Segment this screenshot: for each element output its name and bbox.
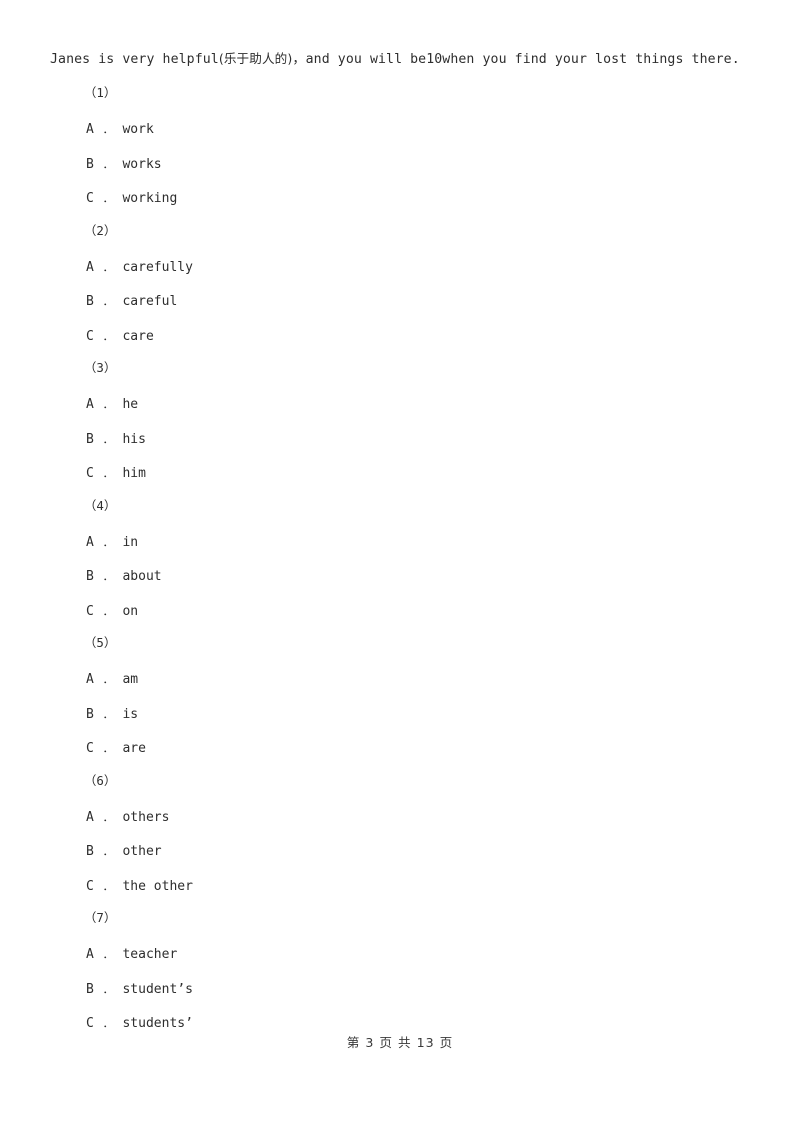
answer-option[interactable]: A ． others bbox=[86, 809, 169, 827]
question-number: （4） bbox=[84, 497, 117, 513]
option-text: am bbox=[122, 672, 139, 687]
answer-option[interactable]: C ． the other bbox=[86, 878, 193, 896]
option-separator: ． bbox=[102, 742, 114, 755]
option-text: is bbox=[122, 706, 139, 722]
option-text: students’ bbox=[122, 1016, 193, 1031]
answer-option[interactable]: C ． working bbox=[86, 190, 177, 208]
option-label: C bbox=[86, 603, 94, 619]
option-text: him bbox=[122, 466, 146, 481]
answer-option[interactable]: A ． am bbox=[86, 671, 138, 689]
option-separator: ． bbox=[102, 123, 114, 136]
option-text: working bbox=[122, 191, 178, 206]
option-label: B bbox=[86, 844, 94, 859]
answer-option[interactable]: A ． work bbox=[86, 121, 154, 139]
option-separator: ． bbox=[102, 467, 114, 480]
question-number: （1） bbox=[84, 85, 117, 100]
option-label: A bbox=[86, 259, 94, 275]
option-text: on bbox=[122, 603, 139, 619]
question-number: （7） bbox=[84, 910, 117, 925]
option-text: are bbox=[122, 741, 146, 756]
answer-option[interactable]: C ． are bbox=[86, 740, 146, 758]
option-text: carefully bbox=[122, 259, 193, 275]
answer-option[interactable]: B ． about bbox=[86, 568, 162, 586]
option-label: A bbox=[86, 122, 94, 137]
option-label: B bbox=[86, 706, 94, 722]
option-text: other bbox=[122, 844, 162, 859]
question-stem: Janes is very helpful(乐于助人的)，and you wil… bbox=[50, 49, 740, 70]
option-label: A bbox=[86, 534, 94, 550]
option-text: others bbox=[122, 809, 170, 825]
answer-option[interactable]: C ． care bbox=[86, 328, 154, 346]
option-text: work bbox=[122, 122, 154, 137]
option-text: the other bbox=[122, 878, 193, 894]
page-footer: 第 3 页 共 13 页 bbox=[346, 1035, 454, 1050]
option-separator: ． bbox=[102, 329, 114, 343]
option-text: his bbox=[122, 431, 146, 447]
option-text: student’s bbox=[122, 981, 193, 997]
option-separator: ． bbox=[102, 604, 114, 618]
option-text: in bbox=[122, 534, 139, 550]
answer-option[interactable]: A ． he bbox=[86, 396, 138, 414]
option-text: care bbox=[122, 328, 154, 344]
option-separator: ． bbox=[102, 535, 114, 549]
answer-option[interactable]: B ． works bbox=[86, 156, 162, 174]
question-number: （6） bbox=[84, 772, 117, 788]
answer-option[interactable]: B ． his bbox=[86, 431, 146, 449]
option-separator: ． bbox=[102, 673, 114, 686]
answer-option[interactable]: A ． in bbox=[86, 534, 138, 552]
option-label: C bbox=[86, 741, 94, 756]
answer-option[interactable]: C ． on bbox=[86, 603, 138, 621]
stem-text-after-gloss: ，and you will be10when you find your los… bbox=[292, 52, 740, 67]
option-label: A bbox=[86, 947, 94, 962]
answer-option[interactable]: B ． student’s bbox=[86, 981, 193, 999]
option-label: C bbox=[86, 878, 94, 894]
option-label: A bbox=[86, 809, 94, 825]
option-label: C bbox=[86, 1016, 94, 1031]
answer-option[interactable]: C ． him bbox=[86, 465, 146, 483]
option-separator: ． bbox=[102, 398, 114, 411]
option-separator: ． bbox=[102, 845, 114, 858]
option-label: B bbox=[86, 569, 94, 584]
option-text: he bbox=[122, 397, 139, 412]
answer-option[interactable]: B ． careful bbox=[86, 293, 177, 311]
stem-chinese-gloss: (乐于助人的) bbox=[218, 51, 293, 66]
option-separator: ． bbox=[102, 570, 114, 583]
question-number: （2） bbox=[84, 222, 117, 238]
option-label: C bbox=[86, 328, 94, 344]
stem-text-before-gloss: Janes is very helpful bbox=[50, 52, 219, 67]
option-separator: ． bbox=[102, 810, 114, 824]
option-separator: ． bbox=[102, 707, 114, 721]
option-label: B bbox=[86, 156, 94, 172]
answer-option[interactable]: B ． is bbox=[86, 706, 138, 724]
option-separator: ． bbox=[102, 260, 114, 274]
answer-option[interactable]: C ． students’ bbox=[86, 1015, 193, 1033]
document-page: Janes is very helpful(乐于助人的)，and you wil… bbox=[0, 0, 800, 1132]
option-label: B bbox=[86, 981, 94, 997]
answer-option[interactable]: B ． other bbox=[86, 843, 162, 861]
option-text: works bbox=[122, 156, 162, 172]
option-separator: ． bbox=[102, 192, 114, 205]
question-number: （3） bbox=[84, 360, 117, 375]
option-separator: ． bbox=[102, 1017, 114, 1030]
option-label: C bbox=[86, 191, 94, 206]
option-separator: ． bbox=[102, 295, 114, 308]
option-separator: ． bbox=[102, 982, 114, 996]
option-text: about bbox=[122, 569, 162, 584]
option-label: A bbox=[86, 397, 94, 412]
question-number: （5） bbox=[84, 635, 117, 650]
option-label: C bbox=[86, 466, 94, 481]
answer-option[interactable]: A ． teacher bbox=[86, 946, 177, 964]
option-text: teacher bbox=[122, 947, 178, 962]
option-text: careful bbox=[122, 294, 178, 309]
option-label: B bbox=[86, 431, 94, 447]
answer-option[interactable]: A ． carefully bbox=[86, 259, 193, 277]
option-separator: ． bbox=[102, 879, 114, 893]
option-separator: ． bbox=[102, 948, 114, 961]
option-label: A bbox=[86, 672, 94, 687]
option-separator: ． bbox=[102, 157, 114, 171]
option-separator: ． bbox=[102, 432, 114, 446]
option-label: B bbox=[86, 294, 94, 309]
